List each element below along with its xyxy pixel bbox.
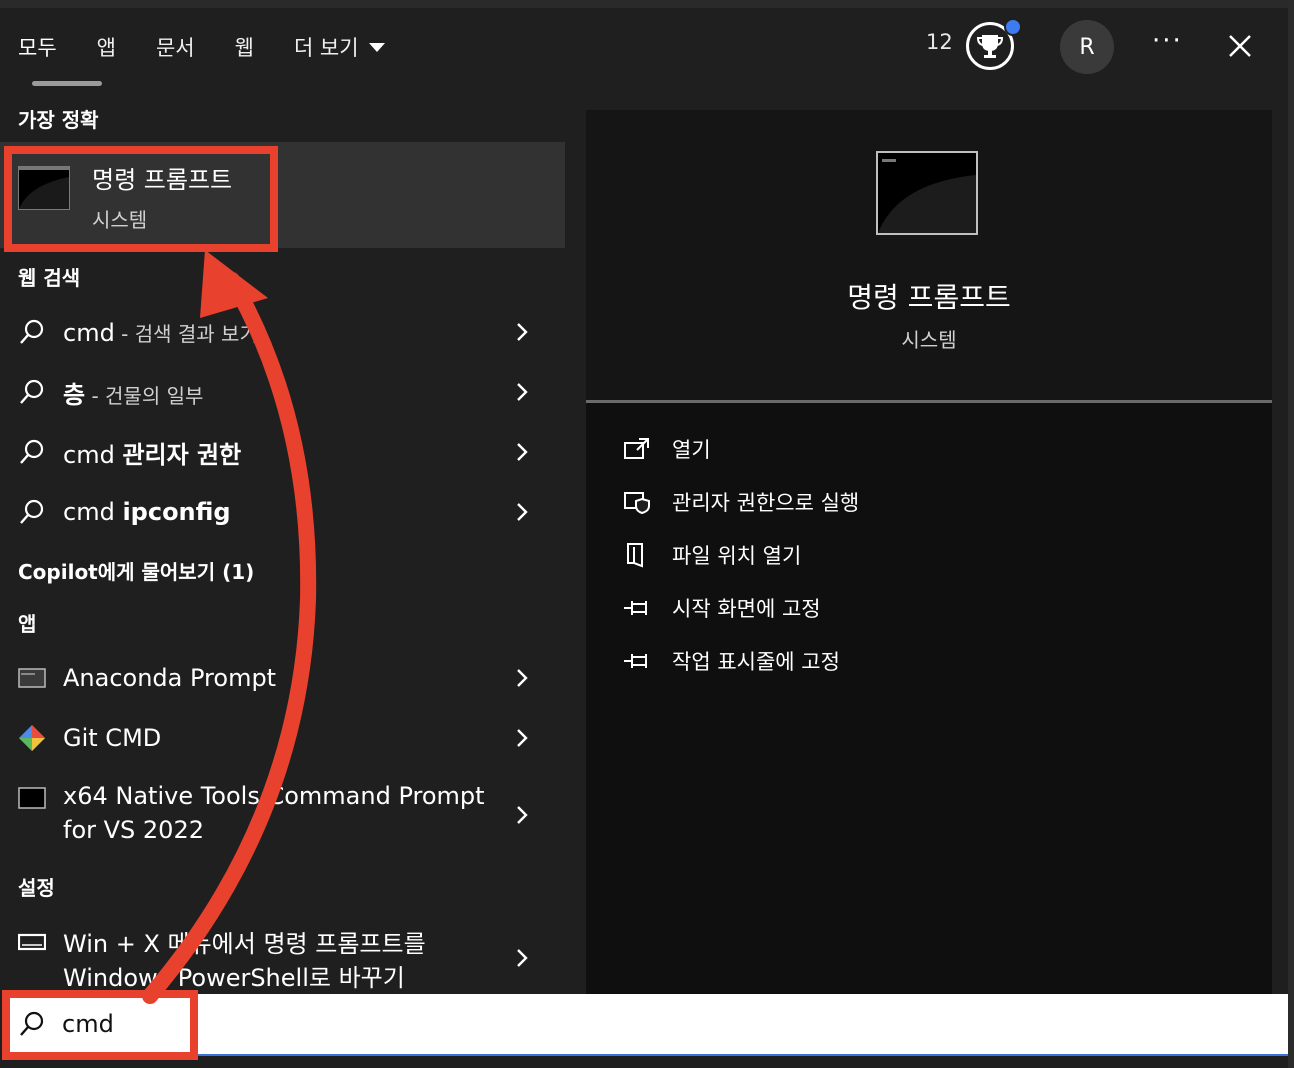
highlight-search-box xyxy=(2,990,198,1060)
highlight-best-match xyxy=(4,146,278,252)
